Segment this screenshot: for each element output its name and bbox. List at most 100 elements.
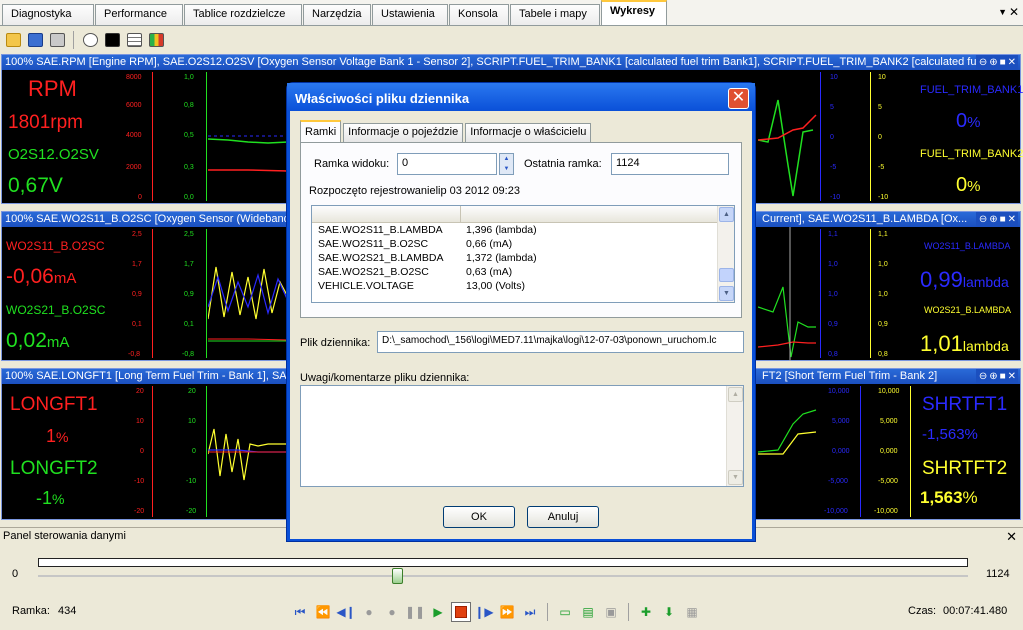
shrtft1-readout: -1,563% xyxy=(922,426,978,443)
dialog-tab-vehicle[interactable]: Informacje o pojeździe xyxy=(343,123,464,142)
wo2s21-o2sc-unit: mA xyxy=(46,334,70,351)
list-item[interactable]: SAE.WO2S21_B.LAMBDA 1,372 (lambda) xyxy=(312,251,734,265)
list-item-value: 0,63 (mA) xyxy=(466,266,513,278)
graph-panel-1-title[interactable]: 100% SAE.RPM [Engine RPM], SAE.O2S12.O2S… xyxy=(2,55,1020,70)
tab-tabele-i-mapy[interactable]: Tabele i mapy xyxy=(510,4,600,25)
skip-to-start-icon[interactable]: ⏮ xyxy=(290,602,310,622)
frame-progress-bar xyxy=(38,558,968,567)
color-grid-icon[interactable] xyxy=(146,30,166,50)
wo2s21-lambda-tick: 1,1 xyxy=(878,231,888,238)
rpm-tick: 4000 xyxy=(126,132,142,139)
wo2s21-lambda-tick: 0,9 xyxy=(878,321,888,328)
shrtft2-label: SHRTFT2 xyxy=(922,458,1008,479)
record-disabled-icon[interactable]: ● xyxy=(359,602,379,622)
play-icon[interactable]: ▶ xyxy=(428,602,448,622)
new-log-icon[interactable]: ▭ xyxy=(555,602,575,622)
step-forward-icon[interactable]: ❙▶ xyxy=(474,602,494,622)
graph-icon[interactable] xyxy=(102,30,122,50)
log-file-path-field[interactable]: D:\_samochod\_156\logi\MED7.11\majka\log… xyxy=(377,331,744,353)
view-frame-spinner[interactable]: ▲ ▼ xyxy=(499,153,514,175)
record-disabled-icon-2[interactable]: ● xyxy=(382,602,402,622)
rpm-axis xyxy=(152,72,153,201)
wo2s21-lambda-tick: 1,0 xyxy=(878,291,888,298)
rewind-icon[interactable]: ⏪ xyxy=(313,602,333,622)
table-icon[interactable] xyxy=(124,30,144,50)
export-icon[interactable] xyxy=(47,30,67,50)
rpm-tick: 2000 xyxy=(126,164,142,171)
comments-scrollbar[interactable]: ▲ ▼ xyxy=(726,386,743,486)
o2sv-tick: 0,3 xyxy=(184,164,194,171)
rpm-label: RPM xyxy=(28,76,77,101)
save-icon[interactable] xyxy=(25,30,45,50)
panel-controls-icon[interactable]: ⊖⊕■✕ xyxy=(975,369,1018,384)
panel-controls-icon[interactable]: ⊖⊕■✕ xyxy=(975,212,1018,227)
tab-konsola[interactable]: Konsola xyxy=(449,4,509,25)
list-item[interactable]: VEHICLE.VOLTAGE 13,00 (Volts) xyxy=(312,279,734,293)
close-icon[interactable]: ✕ xyxy=(1006,529,1017,545)
wo2s21-lambda-tick: 1,0 xyxy=(878,261,888,268)
shrtft1-tick: -5,000 xyxy=(828,478,848,485)
shrtft2-tick: 0,000 xyxy=(880,448,898,455)
tab-ustawienia[interactable]: Ustawienia xyxy=(372,4,448,25)
wo2s21-o2sc-label: WO2S21_B.O2SC xyxy=(6,303,106,317)
marker-down-icon[interactable]: ⬇ xyxy=(659,602,679,622)
dialog-close-icon[interactable]: ✕ xyxy=(728,88,749,109)
tab-tablice-rozdzielcze[interactable]: Tablice rozdzielcze xyxy=(184,4,302,25)
o2sv-tick: 0,8 xyxy=(184,102,194,109)
add-marker-icon[interactable]: ✚ xyxy=(636,602,656,622)
open-log-icon[interactable]: ▤ xyxy=(578,602,598,622)
dialog-tab-ramki[interactable]: Ramki xyxy=(300,120,342,142)
frame-slider-thumb[interactable] xyxy=(391,568,403,584)
graph-panel-3-plot-right xyxy=(758,409,817,455)
shrtft1-tick: 10,000 xyxy=(828,388,850,395)
view-frame-input[interactable]: 0 xyxy=(397,153,497,175)
step-back-icon[interactable]: ◀❙ xyxy=(336,602,356,622)
scroll-down-icon[interactable]: ▼ xyxy=(728,470,743,485)
main-tab-bar: Diagnostyka Performance Tablice rozdziel… xyxy=(0,0,1023,26)
longft2-readout: -1% xyxy=(36,488,64,509)
list-scrollbar[interactable]: ▲ ▼ xyxy=(717,206,734,302)
o2sv-axis xyxy=(206,72,207,201)
save-log-icon[interactable]: ▣ xyxy=(601,602,621,622)
list-item[interactable]: SAE.WO2S21_B.O2SC 0,63 (mA) xyxy=(312,265,734,279)
tab-close-icon[interactable]: ✕ xyxy=(1009,5,1019,19)
rpm-value: 1801 xyxy=(8,112,51,133)
cancel-button[interactable]: Anuluj xyxy=(527,506,599,528)
fast-forward-icon[interactable]: ⏩ xyxy=(497,602,517,622)
open-folder-icon[interactable] xyxy=(3,30,23,50)
tab-narzedzia[interactable]: Narzędzia xyxy=(303,4,371,25)
tab-wykresy[interactable]: Wykresy xyxy=(601,0,667,25)
comments-textarea[interactable]: ▲ ▼ xyxy=(300,385,744,487)
skip-to-end-icon[interactable]: ⏭ xyxy=(520,602,540,622)
longft2-label: LONGFT2 xyxy=(10,458,98,479)
ft2-tick: -5 xyxy=(878,164,885,171)
wo2s11-o2sc-unit: mA xyxy=(53,270,77,287)
list-item[interactable]: SAE.WO2S11_B.O2SC 0,66 (mA) xyxy=(312,237,734,251)
ok-button[interactable]: OK xyxy=(443,506,515,528)
list-item-name: VEHICLE.VOLTAGE xyxy=(318,280,414,292)
tab-list-chevron-icon[interactable]: ▼ xyxy=(998,7,1007,17)
list-item[interactable]: SAE.WO2S11_B.LAMBDA 1,396 (lambda) xyxy=(312,223,734,237)
log-channels-list[interactable]: SAE.WO2S11_B.LAMBDA 1,396 (lambda) SAE.WO… xyxy=(311,205,735,303)
wo2s11-lambda-unit: lambda xyxy=(962,274,1009,290)
dialog-tab-owner[interactable]: Informacje o właścicielu xyxy=(465,123,592,142)
shrtft2-tick: -5,000 xyxy=(878,478,898,485)
last-frame-input[interactable]: 1124 xyxy=(611,153,729,175)
pause-icon[interactable]: ❚❚ xyxy=(405,602,425,622)
grid-icon[interactable]: ▦ xyxy=(682,602,702,622)
scroll-up-icon[interactable]: ▲ xyxy=(719,207,734,222)
scroll-down-icon[interactable]: ▼ xyxy=(719,286,734,301)
tab-performance[interactable]: Performance xyxy=(95,4,183,25)
scroll-up-icon[interactable]: ▲ xyxy=(728,387,743,402)
longft1-label: LONGFT1 xyxy=(10,394,98,415)
frame-slider-track[interactable] xyxy=(38,575,968,577)
list-item-value: 13,00 (Volts) xyxy=(466,280,525,292)
panel-controls-icon[interactable]: ⊖⊕■✕ xyxy=(975,55,1018,70)
wo2s11-tick: 2,5 xyxy=(132,231,142,238)
fuel-trim-bank2-label: FUEL_TRIM_BANK2 xyxy=(920,148,1023,160)
tab-diagnostyka[interactable]: Diagnostyka xyxy=(2,4,94,25)
gauge-icon[interactable] xyxy=(80,30,100,50)
list-item-value: 0,66 (mA) xyxy=(466,238,513,250)
scroll-thumb[interactable] xyxy=(719,268,734,282)
stop-icon[interactable] xyxy=(451,602,471,622)
